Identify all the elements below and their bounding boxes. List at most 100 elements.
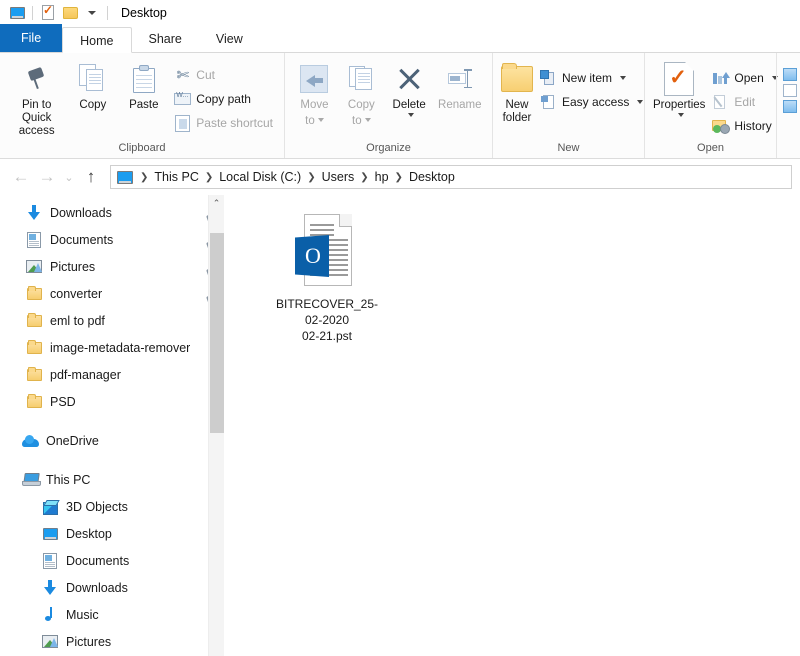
history-label: History xyxy=(734,119,772,133)
forward-button[interactable]: → xyxy=(34,164,60,190)
edit-button[interactable]: Edit xyxy=(707,90,782,114)
sidebar-item-desktop[interactable]: Desktop xyxy=(0,520,224,547)
breadcrumb-separator-0: ❯ xyxy=(140,171,149,183)
move-to-button[interactable]: Move to xyxy=(291,59,338,131)
recent-locations-button[interactable]: ⌄ xyxy=(60,164,78,190)
new-folder-icon[interactable] xyxy=(59,2,81,24)
tab-share[interactable]: Share xyxy=(132,26,199,52)
properties-button[interactable]: ✓ Properties xyxy=(651,59,707,120)
history-button[interactable]: History xyxy=(707,114,782,138)
sidebar-item-eml-to-pdf[interactable]: eml to pdf xyxy=(0,307,224,334)
sidebar-item-pdf-manager[interactable]: pdf-manager xyxy=(0,361,224,388)
address-field[interactable]: ❯ This PC ❯ Local Disk (C:) ❯ Users ❯ hp… xyxy=(110,165,792,189)
title-bar-divider xyxy=(32,5,33,20)
tab-view[interactable]: View xyxy=(199,26,260,52)
pictures-icon xyxy=(40,635,60,648)
navigation-scrollbar[interactable]: ⌃ xyxy=(208,195,224,656)
copy-to-button[interactable]: Copy to xyxy=(338,59,385,131)
sidebar-item-documents-pc[interactable]: Documents xyxy=(0,547,224,574)
edit-icon xyxy=(712,94,729,111)
easy-access-caret-icon[interactable] xyxy=(637,100,644,104)
this-pc-crumb-icon[interactable] xyxy=(117,170,133,184)
3d-objects-icon xyxy=(40,500,60,515)
sidebar-label: Documents xyxy=(50,232,114,247)
copy-to-caret-icon[interactable] xyxy=(364,118,371,122)
breadcrumb-local-disk[interactable]: Local Disk (C:) xyxy=(217,170,303,184)
sidebar-item-pictures-pc[interactable]: Pictures xyxy=(0,628,224,655)
copy-button[interactable]: Copy xyxy=(67,59,118,115)
pictures-icon xyxy=(24,260,44,273)
new-item-button[interactable]: New item xyxy=(535,66,648,90)
select-none-button[interactable] xyxy=(783,84,797,97)
sidebar-item-this-pc[interactable]: This PC xyxy=(0,466,224,493)
cut-button[interactable]: ✄ Cut xyxy=(169,63,278,87)
select-commands xyxy=(783,59,797,113)
new-item-icon xyxy=(540,69,557,87)
sidebar-label: eml to pdf xyxy=(50,313,105,328)
sidebar-item-psd[interactable]: PSD xyxy=(0,388,224,415)
select-all-button[interactable] xyxy=(783,68,797,81)
invert-selection-button[interactable] xyxy=(783,100,797,113)
up-button[interactable]: ↑ xyxy=(78,164,104,190)
sidebar-label: Music xyxy=(66,607,99,622)
copy-path-button[interactable]: Copy path xyxy=(169,87,278,111)
rename-button[interactable]: Rename xyxy=(434,59,486,115)
desktop-monitor-icon[interactable] xyxy=(6,2,28,24)
breadcrumb-hp[interactable]: hp xyxy=(373,170,391,184)
documents-icon xyxy=(40,552,60,569)
easy-access-button[interactable]: Easy access xyxy=(535,90,648,114)
copy-to-label-line2: to xyxy=(352,115,362,127)
properties-label: Properties xyxy=(653,99,706,111)
sidebar-item-onedrive[interactable]: OneDrive xyxy=(0,427,224,454)
breadcrumb-this-pc[interactable]: This PC xyxy=(152,170,200,184)
new-item-caret-icon[interactable] xyxy=(620,76,627,80)
new-folder-icon xyxy=(501,62,533,96)
copy-to-label-line1: Copy xyxy=(347,99,375,111)
easy-access-icon xyxy=(540,94,557,111)
move-to-label-line2: to xyxy=(305,115,315,127)
sidebar-item-pictures[interactable]: Pictures xyxy=(0,253,224,280)
pin-to-quick-access-button[interactable]: Pin to Quick access xyxy=(6,59,67,141)
back-button[interactable]: ← xyxy=(8,164,34,190)
documents-icon xyxy=(24,231,44,248)
properties-caret-icon[interactable] xyxy=(677,113,684,117)
sidebar-label: This PC xyxy=(46,472,91,487)
tab-file[interactable]: File xyxy=(0,24,63,52)
move-to-caret-icon[interactable] xyxy=(317,118,324,122)
sidebar-item-music[interactable]: Music xyxy=(0,601,224,628)
sidebar-item-3d-objects[interactable]: 3D Objects xyxy=(0,493,224,520)
paste-shortcut-button[interactable]: Paste shortcut xyxy=(169,111,278,135)
breadcrumb-separator-3: ❯ xyxy=(360,171,369,183)
invert-selection-icon xyxy=(783,100,797,113)
new-folder-button[interactable]: New folder xyxy=(499,59,535,128)
sidebar-item-image-metadata-remover[interactable]: image-metadata-remover xyxy=(0,334,224,361)
sidebar-item-documents[interactable]: Documents xyxy=(0,226,224,253)
ribbon-group-clipboard: Pin to Quick access Copy Paste ✄ Cut W..… xyxy=(0,53,284,158)
list-item[interactable]: O BITRECOVER_25- 02-2020 02-21.pst xyxy=(272,209,382,344)
delete-caret-icon[interactable] xyxy=(407,113,414,117)
paste-button[interactable]: Paste xyxy=(118,59,169,115)
sidebar-item-converter[interactable]: converter xyxy=(0,280,224,307)
properties-icon[interactable] xyxy=(37,2,59,24)
pin-to-quick-access-label-line2: access xyxy=(18,125,55,137)
edit-label: Edit xyxy=(734,95,756,109)
copy-icon xyxy=(78,62,107,96)
breadcrumb-desktop[interactable]: Desktop xyxy=(407,170,457,184)
open-button[interactable]: Open xyxy=(707,66,782,90)
folder-icon xyxy=(24,285,44,300)
delete-button[interactable]: Delete xyxy=(385,59,434,120)
tab-home[interactable]: Home xyxy=(62,27,132,53)
scroll-up-arrow-icon[interactable]: ⌃ xyxy=(209,195,224,212)
folder-icon xyxy=(24,393,44,408)
sidebar-item-downloads-pc[interactable]: Downloads xyxy=(0,574,224,601)
scrollbar-thumb[interactable] xyxy=(210,233,224,433)
sidebar-label: Downloads xyxy=(50,205,112,220)
sidebar-item-downloads[interactable]: Downloads xyxy=(0,199,224,226)
sidebar-label: Documents xyxy=(66,553,130,568)
onedrive-icon xyxy=(20,434,40,447)
customize-quick-access-caret-icon[interactable] xyxy=(81,2,103,24)
file-list-pane[interactable]: O BITRECOVER_25- 02-2020 02-21.pst xyxy=(228,195,800,656)
breadcrumb-users[interactable]: Users xyxy=(320,170,357,184)
ribbon-tab-strip: File Home Share View xyxy=(0,24,800,53)
easy-access-label: Easy access xyxy=(562,95,630,109)
